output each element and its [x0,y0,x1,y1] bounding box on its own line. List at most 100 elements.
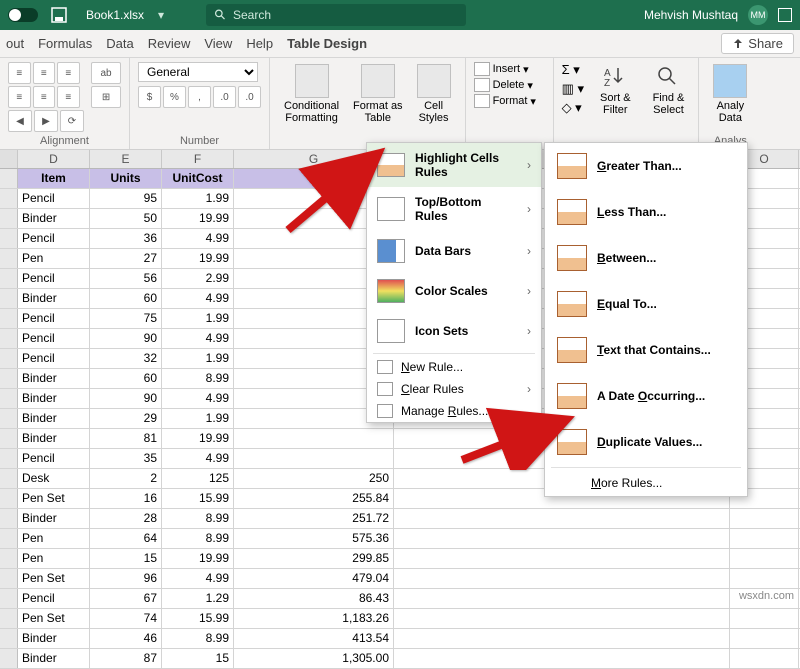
submenu-greater-than[interactable]: Greater Than... [545,143,747,189]
tab-layout[interactable]: out [6,36,24,51]
cell-item[interactable]: Binder [18,389,90,408]
cell-units[interactable]: 67 [90,589,162,608]
row-handle[interactable] [0,649,18,668]
row-handle[interactable] [0,369,18,388]
row-handle[interactable] [0,429,18,448]
cell-unitcost[interactable]: 1.99 [162,409,234,428]
cell-item[interactable]: Pen Set [18,569,90,588]
cell-item[interactable]: Binder [18,209,90,228]
currency-button[interactable]: $ [138,86,161,108]
search-input[interactable] [233,8,458,22]
cell-item[interactable]: Pencil [18,589,90,608]
increase-indent-button[interactable]: ▶ [34,110,58,132]
decrease-decimal-button[interactable]: .0 [238,86,261,108]
cell-units[interactable]: 90 [90,389,162,408]
cell-unitcost[interactable]: 15.99 [162,609,234,628]
delete-button[interactable]: Delete ▾ [474,78,545,92]
menu-highlight-cells-rules[interactable]: Highlight Cells Rules › [367,143,541,187]
cell-units[interactable]: 35 [90,449,162,468]
cell-unitcost[interactable]: 1.29 [162,589,234,608]
autosum-button[interactable]: Σ ▾ [562,62,584,78]
cell-unitcost[interactable]: 4.99 [162,289,234,308]
orientation-button[interactable]: ⟳ [60,110,84,132]
cell-item[interactable]: Pencil [18,269,90,288]
row-handle[interactable] [0,249,18,268]
cell-item[interactable]: Desk [18,469,90,488]
merge-center-button[interactable]: ⊞ [91,86,121,108]
number-format-dropdown[interactable]: General [138,62,258,82]
align-bottom-button[interactable]: ≡ [57,62,80,84]
cell-total[interactable] [234,449,394,468]
cell-unitcost[interactable]: 19.99 [162,549,234,568]
cell-unitcost[interactable]: 15 [162,649,234,668]
cell-item[interactable]: Pen [18,549,90,568]
cell-item[interactable]: Binder [18,429,90,448]
row-handle[interactable] [0,529,18,548]
cell-item[interactable]: Binder [18,369,90,388]
cell-units[interactable]: 16 [90,489,162,508]
insert-button[interactable]: Insert ▾ [474,62,545,76]
cell-units[interactable]: 95 [90,189,162,208]
cell-units[interactable]: 81 [90,429,162,448]
clear-button[interactable]: ◇ ▾ [562,100,584,116]
cell-unitcost[interactable]: 19.99 [162,429,234,448]
cell-unitcost[interactable]: 4.99 [162,229,234,248]
cell-units[interactable]: 32 [90,349,162,368]
cell-item[interactable]: Pencil [18,229,90,248]
cell-total[interactable]: 255.84 [234,489,394,508]
row-handle[interactable] [0,309,18,328]
cell-item[interactable]: Pencil [18,189,90,208]
cell-item[interactable]: Pen [18,529,90,548]
cell-units[interactable]: 28 [90,509,162,528]
submenu-less-than[interactable]: Less Than... [545,189,747,235]
cell-item[interactable]: Binder [18,409,90,428]
cell-units[interactable]: 2 [90,469,162,488]
user-avatar[interactable]: MM [748,5,768,25]
cell-units[interactable]: 46 [90,629,162,648]
menu-color-scales[interactable]: Color Scales › [367,271,541,311]
comma-style-button[interactable]: , [188,86,211,108]
menu-new-rule[interactable]: New Rule... [367,356,541,378]
row-handle[interactable] [0,589,18,608]
cell-item[interactable]: Pencil [18,309,90,328]
tab-data[interactable]: Data [106,36,133,51]
row-handle[interactable] [0,629,18,648]
row-handle[interactable] [0,269,18,288]
menu-top-bottom-rules[interactable]: Top/Bottom Rules › [367,187,541,231]
conditional-formatting-button[interactable]: Conditional Formatting [278,62,345,149]
row-handle[interactable] [0,609,18,628]
cell-item[interactable]: Pencil [18,349,90,368]
window-controls-icon[interactable] [778,8,792,22]
cell-total[interactable]: 575.36 [234,529,394,548]
percent-button[interactable]: % [163,86,186,108]
header-units[interactable]: Units [90,169,162,188]
row-handle[interactable] [0,569,18,588]
cell-item[interactable]: Pen [18,249,90,268]
cell-item[interactable]: Pen Set [18,489,90,508]
row-handle[interactable] [0,469,18,488]
row-handle[interactable] [0,489,18,508]
wrap-text-button[interactable]: ab [91,62,121,84]
cell-units[interactable]: 75 [90,309,162,328]
align-top-button[interactable]: ≡ [8,62,31,84]
tab-help[interactable]: Help [246,36,273,51]
cell-total[interactable]: 1,305.00 [234,649,394,668]
align-center-button[interactable]: ≡ [33,86,56,108]
cell-item[interactable]: Pen Set [18,609,90,628]
cell-total[interactable]: 251.72 [234,509,394,528]
sort-filter-button[interactable]: AZ Sort & Filter [594,62,637,118]
row-handle[interactable] [0,549,18,568]
menu-icon-sets[interactable]: Icon Sets › [367,311,541,351]
cell-item[interactable]: Binder [18,649,90,668]
cell-unitcost[interactable]: 2.99 [162,269,234,288]
row-handle[interactable] [0,209,18,228]
cell-unitcost[interactable]: 1.99 [162,349,234,368]
submenu-duplicate-values[interactable]: Duplicate Values... [545,419,747,465]
autosave-toggle[interactable] [8,8,38,22]
row-handle[interactable] [0,289,18,308]
row-handle[interactable] [0,389,18,408]
cell-total[interactable]: 250 [234,469,394,488]
save-icon[interactable] [50,6,68,24]
menu-clear-rules[interactable]: Clear Rules › [367,378,541,400]
cell-units[interactable]: 96 [90,569,162,588]
